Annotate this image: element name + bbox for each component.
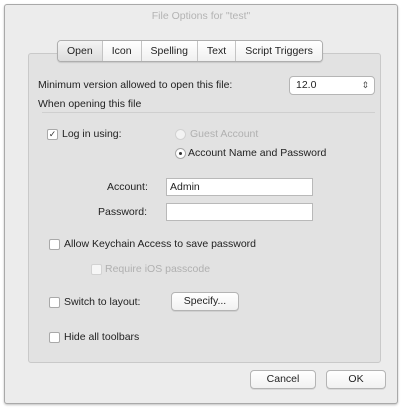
login-checkbox[interactable]: ✓: [47, 129, 58, 140]
ios-passcode-label: Require iOS passcode: [105, 263, 211, 275]
min-version-select[interactable]: 12.0 ⇕: [289, 76, 375, 95]
tab-icon[interactable]: Icon: [102, 41, 142, 61]
cancel-button[interactable]: Cancel: [250, 370, 316, 389]
account-field[interactable]: Admin: [166, 178, 313, 196]
switch-layout-checkbox[interactable]: [49, 297, 60, 308]
account-password-label: Account Name and Password: [188, 147, 327, 159]
section-title: When opening this file: [38, 98, 142, 110]
ok-button[interactable]: OK: [326, 370, 386, 389]
tab-open[interactable]: Open: [58, 41, 103, 61]
chevron-updown-icon: ⇕: [361, 80, 369, 90]
guest-account-radio[interactable]: [175, 129, 186, 140]
min-version-label: Minimum version allowed to open this fil…: [38, 79, 233, 91]
file-options-dialog: File Options for "test" Open Icon Spelli…: [4, 4, 398, 404]
password-field[interactable]: [166, 203, 313, 221]
tab-bar: Open Icon Spelling Text Script Triggers: [57, 40, 323, 62]
radio-selected-dot-icon: [179, 152, 182, 155]
switch-layout-label: Switch to layout:: [64, 296, 141, 308]
separator: [42, 112, 375, 113]
guest-account-label: Guest Account: [190, 128, 259, 140]
account-label: Account:: [107, 181, 148, 193]
specify-button[interactable]: Specify...: [171, 292, 239, 311]
hide-toolbars-label: Hide all toolbars: [64, 331, 140, 343]
password-label: Password:: [98, 206, 148, 218]
hide-toolbars-checkbox[interactable]: [49, 332, 60, 343]
tab-spelling[interactable]: Spelling: [141, 41, 198, 61]
login-label: Log in using:: [62, 128, 122, 140]
tab-text[interactable]: Text: [197, 41, 237, 61]
min-version-value: 12.0: [296, 79, 317, 91]
ios-passcode-checkbox[interactable]: [91, 264, 102, 275]
keychain-label: Allow Keychain Access to save password: [64, 238, 257, 250]
window-title: File Options for "test": [151, 10, 251, 22]
account-password-radio[interactable]: [175, 148, 186, 159]
keychain-checkbox[interactable]: [49, 239, 60, 250]
tab-script-triggers[interactable]: Script Triggers: [236, 41, 322, 61]
checkmark-icon: ✓: [48, 129, 57, 139]
